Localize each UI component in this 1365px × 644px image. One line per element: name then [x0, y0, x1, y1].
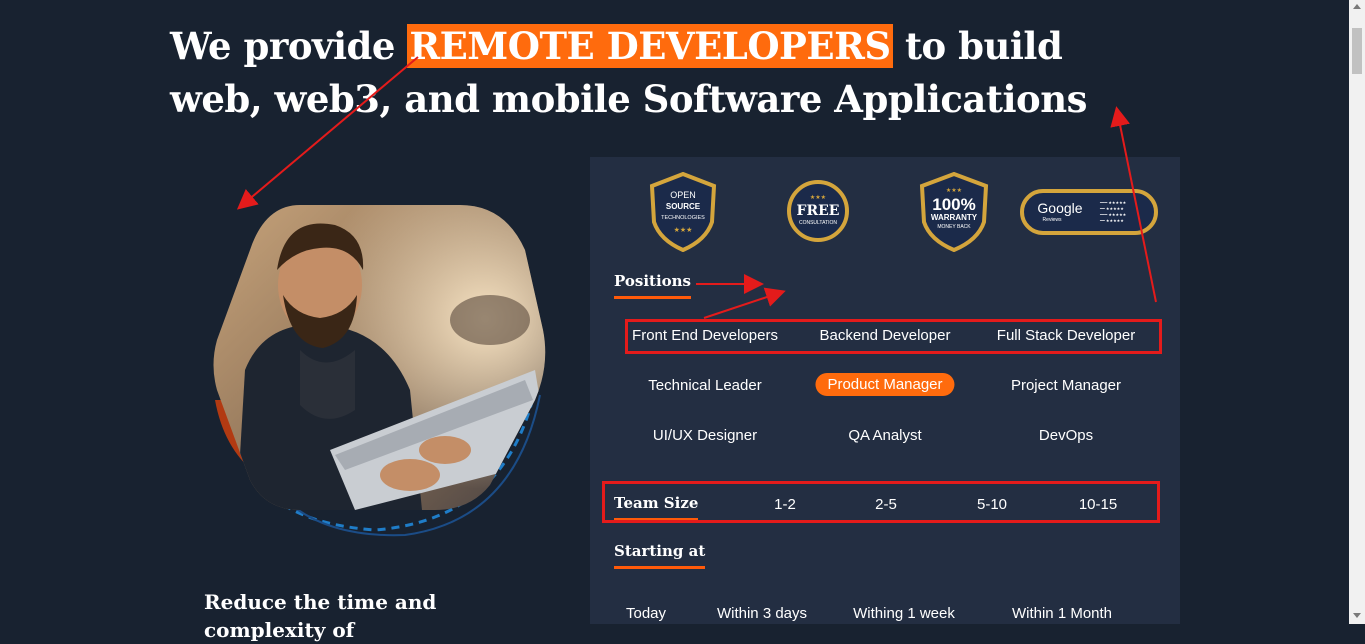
google-reviews-badge: Google Reviews ━━━ ★★★★★ ━━ ★★★★★ ━━━ ★★… [1020, 189, 1158, 239]
svg-text:OPEN: OPEN [670, 190, 696, 200]
start-1-month[interactable]: Within 1 Month [1012, 605, 1112, 622]
svg-text:TECHNOLOGIES: TECHNOLOGIES [661, 215, 705, 221]
start-today[interactable]: Today [626, 605, 666, 622]
left-subheading: Reduce the time and complexity of [204, 590, 437, 642]
position-technical-leader[interactable]: Technical Leader [648, 377, 761, 394]
svg-text:WARRANTY: WARRANTY [931, 213, 978, 222]
hero-prefix: We provide [170, 24, 408, 68]
position-product-manager[interactable]: Product Manager [815, 373, 955, 396]
annotation-box-positions [625, 319, 1162, 354]
scroll-down-icon[interactable] [1353, 613, 1361, 618]
position-devops[interactable]: DevOps [1039, 427, 1093, 444]
annotation-box-team-size [602, 481, 1160, 523]
svg-text:Google: Google [1037, 200, 1082, 216]
svg-text:━━ ★★★★★: ━━ ★★★★★ [1099, 206, 1124, 211]
svg-text:★★★: ★★★ [674, 226, 693, 234]
svg-text:100%: 100% [932, 195, 975, 214]
start-3-days[interactable]: Within 3 days [717, 605, 807, 622]
page-scrollbar[interactable] [1349, 0, 1365, 624]
svg-text:FREE: FREE [797, 203, 840, 219]
starting-at-title: Starting at [614, 542, 706, 569]
start-1-week[interactable]: Withing 1 week [853, 605, 955, 622]
svg-text:━━ ★★★★★: ━━ ★★★★★ [1099, 218, 1124, 223]
developer-photo [205, 200, 555, 540]
svg-text:MONEY BACK: MONEY BACK [937, 224, 971, 230]
position-qa[interactable]: QA Analyst [848, 427, 921, 444]
svg-text:SOURCE: SOURCE [666, 202, 701, 211]
svg-text:━━━ ★★★★★: ━━━ ★★★★★ [1099, 212, 1127, 217]
svg-text:★★★: ★★★ [810, 194, 826, 201]
hero-heading: We provide REMOTE DEVELOPERS to build we… [170, 20, 1130, 126]
scroll-up-icon[interactable] [1353, 4, 1361, 9]
warranty-badge: 100% WARRANTY MONEY BACK ★★★ [916, 171, 992, 256]
open-source-badge: OPEN SOURCE TECHNOLOGIES ★★★ [648, 171, 718, 256]
position-ui-ux[interactable]: UI/UX Designer [653, 427, 757, 444]
svg-text:CONSULTATION: CONSULTATION [799, 220, 837, 226]
svg-text:★★★: ★★★ [946, 187, 962, 194]
svg-text:━━━ ★★★★★: ━━━ ★★★★★ [1099, 200, 1127, 205]
svg-text:Reviews: Reviews [1043, 217, 1062, 223]
positions-title: Positions [614, 272, 692, 299]
position-project-manager[interactable]: Project Manager [1011, 377, 1121, 394]
free-consultation-badge: ★★★ FREE CONSULTATION [786, 179, 850, 247]
hero-highlight: REMOTE DEVELOPERS [407, 24, 893, 68]
hire-options-panel: OPEN SOURCE TECHNOLOGIES ★★★ ★★★ FREE CO… [590, 157, 1180, 624]
scroll-thumb[interactable] [1352, 28, 1362, 74]
